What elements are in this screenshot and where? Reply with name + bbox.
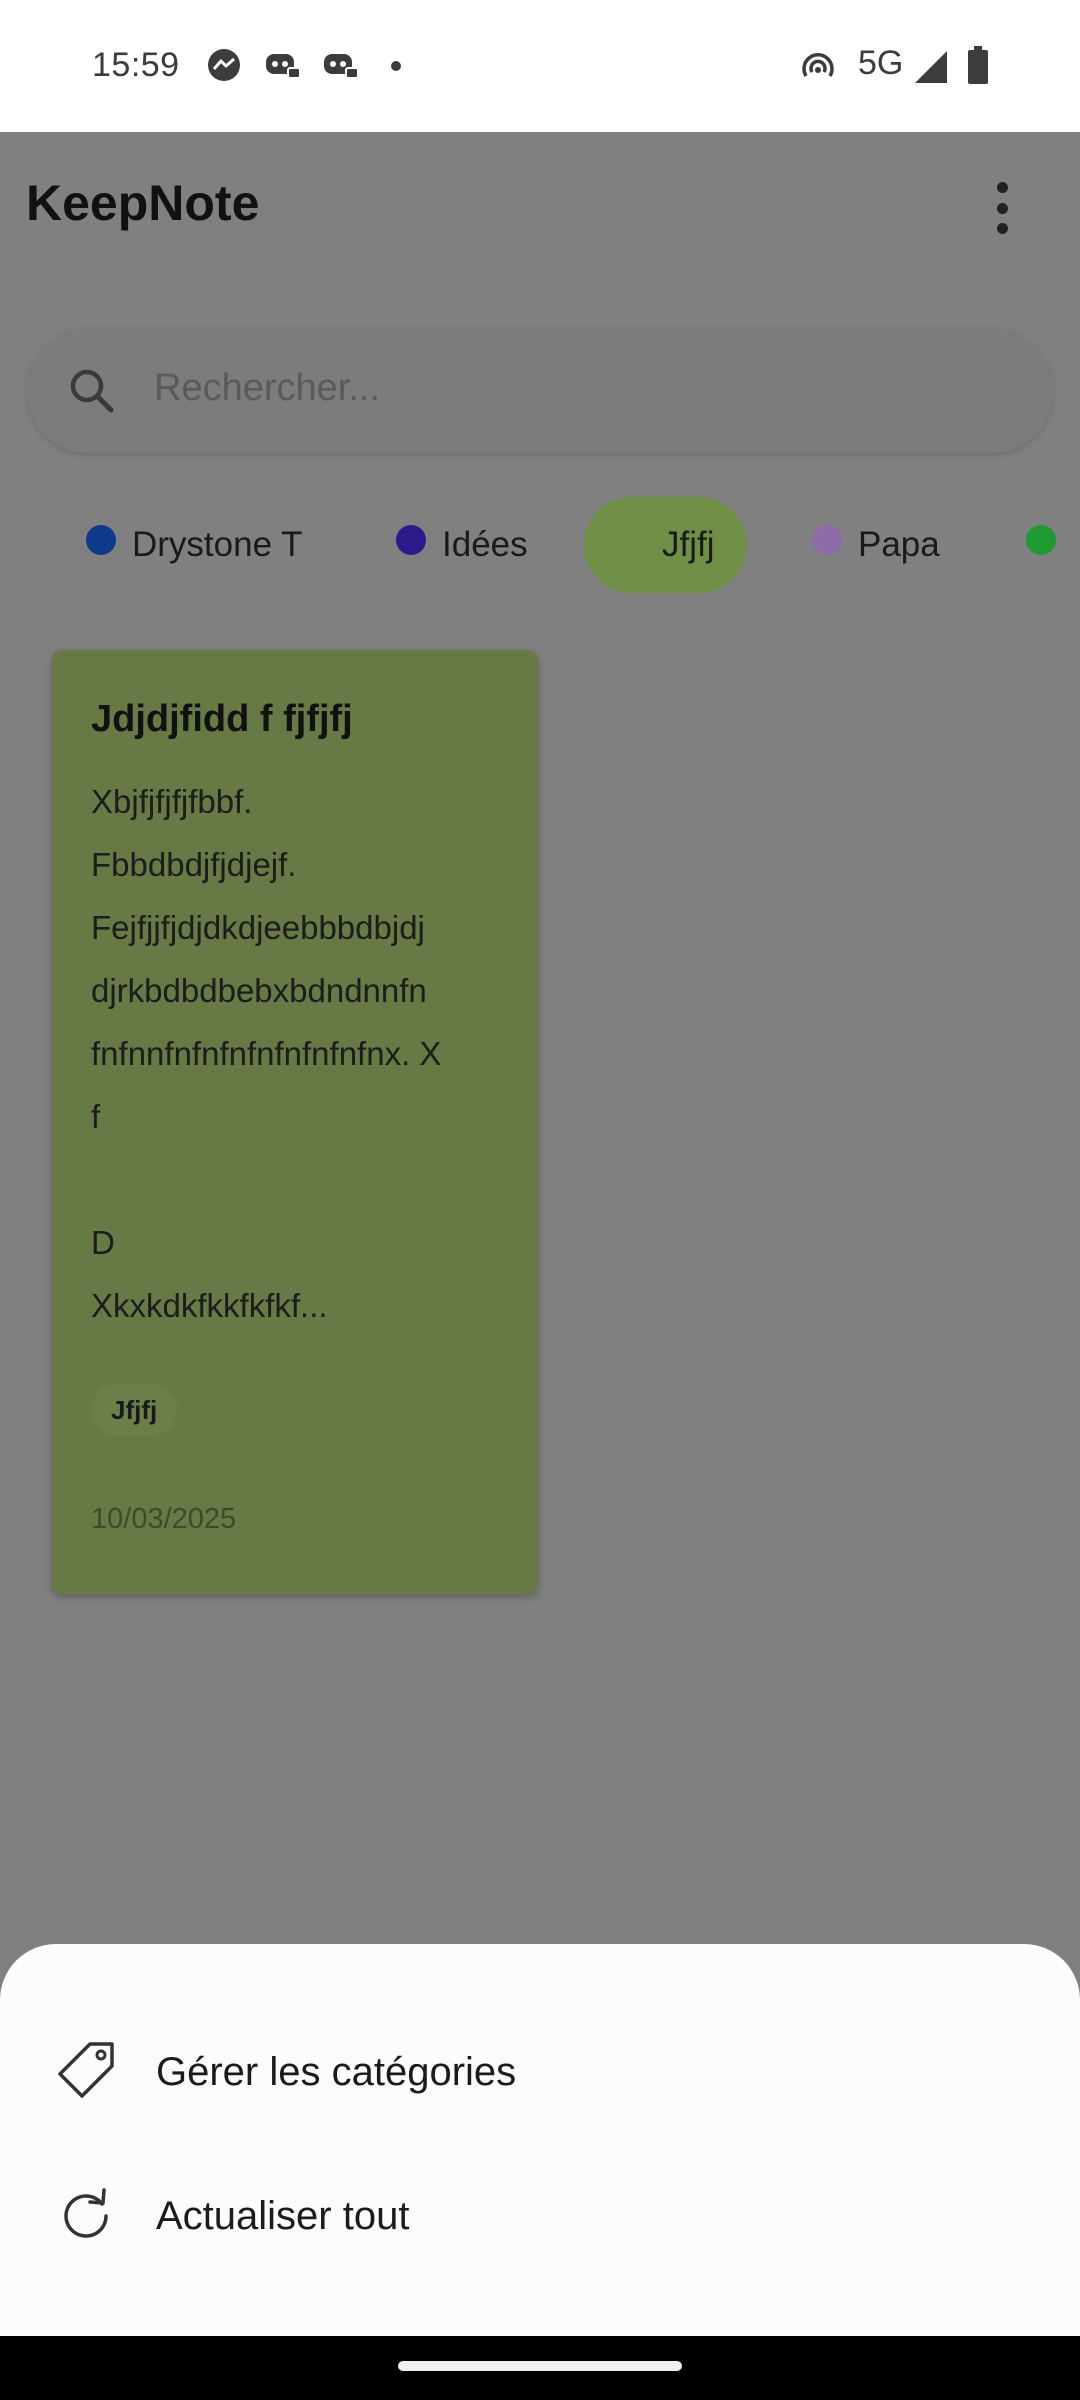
manage-categories-label: Gérer les catégories: [156, 2049, 517, 2094]
discord-icon: [266, 54, 301, 79]
category-color-dot: [86, 525, 116, 555]
category-chip-drystone[interactable]: Drystone T: [86, 497, 303, 593]
app-title: KeepNote: [26, 175, 260, 231]
category-chip-papa[interactable]: Papa: [812, 497, 940, 593]
navigation-bar: [0, 2336, 1080, 2400]
battery-icon: [968, 46, 988, 84]
category-color-dot: [812, 525, 842, 555]
network-type: 5G: [858, 44, 904, 82]
signal-icon: [915, 51, 947, 83]
refresh-all-label: Actualiser tout: [156, 2193, 410, 2238]
tag-icon: [58, 2042, 114, 2098]
category-chip-label: Drystone T: [132, 525, 303, 564]
refresh-all-button[interactable]: Actualiser tout: [0, 2146, 1080, 2286]
status-bar: 15:59 5G: [0, 0, 1080, 132]
app-screen: KeepNote Rechercher... Drystone T Idées …: [0, 132, 1080, 1944]
note-body: Xbjfjfjfjfbbf. Fbbdbdjfjdjejf. Fejfjjfjd…: [91, 783, 442, 1324]
hotspot-icon: [802, 53, 834, 77]
discord-icon: [324, 54, 359, 79]
search-bar[interactable]: Rechercher...: [26, 327, 1054, 453]
manage-categories-button[interactable]: Gérer les catégories: [0, 2002, 1080, 2142]
messenger-icon: [208, 49, 240, 81]
note-date: 10/03/2025: [91, 1503, 237, 1535]
category-chip-jfjfj[interactable]: Jfjfj: [584, 497, 747, 593]
category-chip-label: Idées: [442, 525, 528, 564]
notification-dot-icon: [391, 61, 401, 71]
category-chip-idees[interactable]: Idées: [396, 497, 528, 593]
category-color-dot: [396, 525, 426, 555]
refresh-icon: [64, 2188, 108, 2238]
status-time: 15:59: [92, 46, 180, 84]
bottom-sheet: Gérer les catégories Actualiser tout: [0, 1944, 1080, 2336]
category-chip-label: Jfjfj: [662, 525, 715, 564]
category-color-dot: [1026, 525, 1056, 555]
category-chip-more[interactable]: [1026, 497, 1072, 593]
note-card[interactable]: Jdjdjfidd f fjfjfj Xbjfjfjfjfbbf. Fbbdbd…: [52, 650, 538, 1594]
home-gesture-handle[interactable]: [398, 2361, 682, 2371]
more-vert-icon[interactable]: [976, 176, 1028, 240]
note-title: Jdjdjfidd f fjfjfj: [91, 698, 353, 740]
search-input[interactable]: Rechercher...: [154, 367, 380, 410]
note-tag: Jfjfj: [91, 1384, 178, 1436]
search-icon: [70, 369, 114, 413]
category-chip-label: Papa: [858, 525, 940, 564]
category-chips: Drystone T Idées Jfjfj Papa: [0, 497, 1080, 597]
